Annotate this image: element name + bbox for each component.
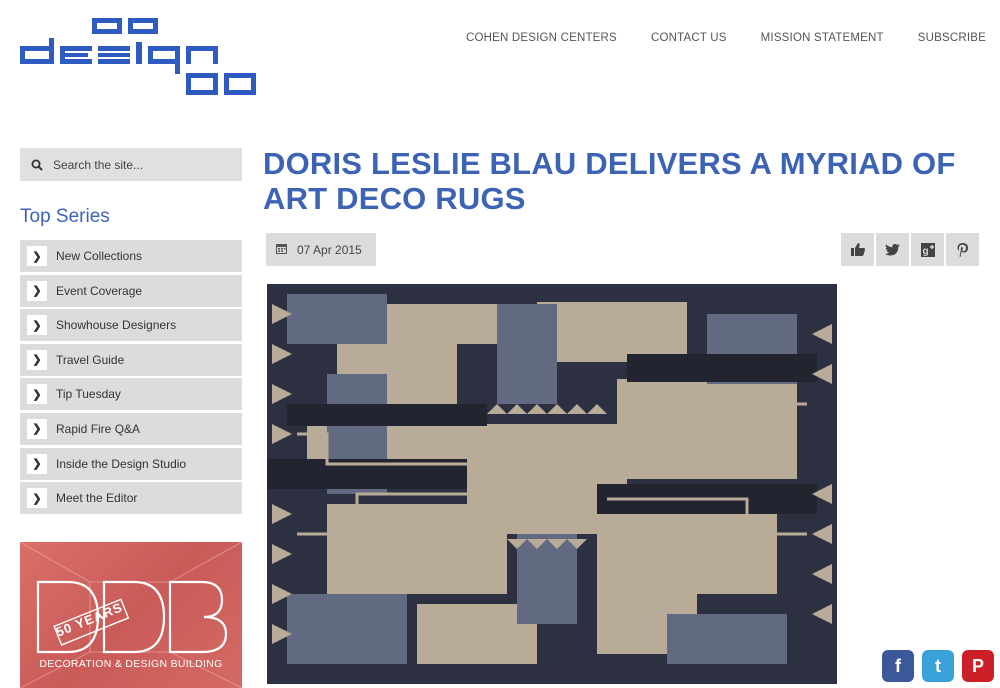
article-title: DORIS LESLIE BLAU DELIVERS A MYRIAD OF A… xyxy=(263,146,956,216)
series-item-meet-the-editor[interactable]: ❯ Meet the Editor xyxy=(20,482,242,515)
series-item-label: Event Coverage xyxy=(56,283,143,298)
twitter-icon[interactable]: t xyxy=(922,650,954,682)
series-item-label: Showhouse Designers xyxy=(56,318,177,333)
chevron-right-icon: ❯ xyxy=(27,384,47,405)
series-item-tip-tuesday[interactable]: ❯ Tip Tuesday xyxy=(20,378,242,411)
pinterest-icon[interactable]: P xyxy=(962,650,994,682)
site-logo[interactable] xyxy=(20,18,260,100)
series-item-new-collections[interactable]: ❯ New Collections xyxy=(20,240,242,272)
series-item-label: New Collections xyxy=(56,249,143,263)
series-item-label: Inside the Design Studio xyxy=(56,456,187,471)
sidebar-title: Top Series xyxy=(20,206,110,227)
article-image-art-deco-rug xyxy=(267,284,837,684)
svg-text:g: g xyxy=(922,246,928,257)
chevron-right-icon: ❯ xyxy=(27,349,47,370)
series-item-label: Travel Guide xyxy=(56,352,125,367)
pinterest-icon[interactable] xyxy=(946,233,979,266)
article-date: 07 Apr 2015 xyxy=(266,233,376,266)
nav-mission-statement[interactable]: MISSION STATEMENT xyxy=(761,32,884,44)
thumbs-up-icon[interactable] xyxy=(841,233,874,266)
series-item-label: Tip Tuesday xyxy=(56,387,121,402)
series-item-label: Meet the Editor xyxy=(56,491,138,506)
series-item-label: Rapid Fire Q&A xyxy=(56,421,141,436)
ddb-ad-banner[interactable]: 50 YEARS DECORATION & DESIGN BUILDING xyxy=(20,542,242,688)
top-nav: COHEN DESIGN CENTERS CONTACT US MISSION … xyxy=(466,32,986,44)
calendar-icon xyxy=(276,243,287,257)
series-item-travel-guide[interactable]: ❯ Travel Guide xyxy=(20,343,242,376)
facebook-icon[interactable]: f xyxy=(882,650,914,682)
series-item-event-coverage[interactable]: ❯ Event Coverage xyxy=(20,274,242,307)
nav-subscribe[interactable]: SUBSCRIBE xyxy=(918,32,986,44)
chevron-right-icon: ❯ xyxy=(27,418,47,439)
search-input[interactable] xyxy=(53,157,233,172)
chevron-right-icon: ❯ xyxy=(27,280,47,301)
series-item-inside-design-studio[interactable]: ❯ Inside the Design Studio xyxy=(20,447,242,480)
twitter-icon[interactable] xyxy=(876,233,909,266)
search-box xyxy=(20,148,242,181)
floating-social-bar: f t P xyxy=(882,650,994,682)
chevron-right-icon: ❯ xyxy=(27,453,47,474)
chevron-right-icon: ❯ xyxy=(27,315,47,336)
search-icon[interactable] xyxy=(20,148,53,181)
top-series-list: ❯ New Collections ❯ Event Coverage ❯ Showho… xyxy=(20,240,242,517)
nav-contact-us[interactable]: CONTACT US xyxy=(651,32,727,44)
chevron-right-icon: ❯ xyxy=(27,246,47,266)
google-plus-icon[interactable]: g xyxy=(911,233,944,266)
ad-caption: DECORATION & DESIGN BUILDING xyxy=(39,658,223,670)
series-item-rapid-fire[interactable]: ❯ Rapid Fire Q&A xyxy=(20,412,242,445)
chevron-right-icon: ❯ xyxy=(27,488,47,509)
share-buttons: g xyxy=(841,233,979,266)
series-item-showhouse-designers[interactable]: ❯ Showhouse Designers xyxy=(20,309,242,342)
article-date-text: 07 Apr 2015 xyxy=(297,242,362,257)
nav-cohen-design-centers[interactable]: COHEN DESIGN CENTERS xyxy=(466,32,617,44)
